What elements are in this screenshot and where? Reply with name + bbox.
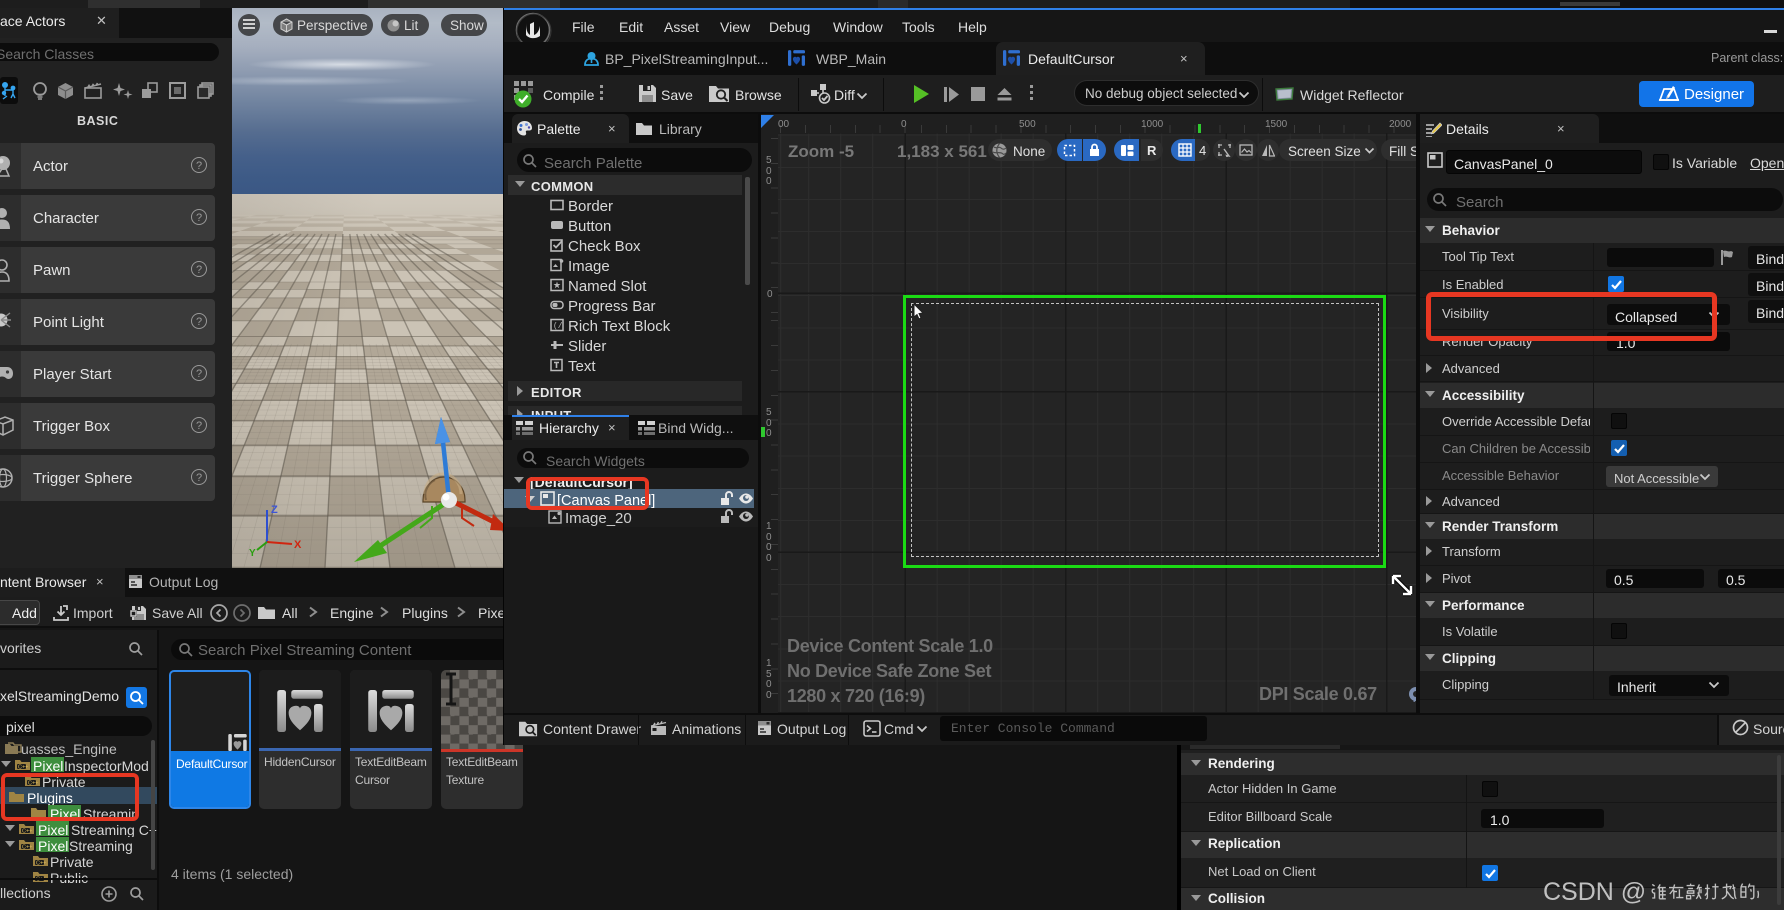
svg-text:C++: C++ <box>22 829 32 835</box>
svg-text:C++: C++ <box>18 765 28 771</box>
svg-text:X: X <box>294 539 302 551</box>
svg-text:C++: C++ <box>36 861 46 867</box>
svg-text:Y: Y <box>249 548 256 559</box>
svg-text:C++: C++ <box>22 845 32 851</box>
svg-text:Z: Z <box>271 504 278 516</box>
svg-text:(/): (/) <box>553 322 564 331</box>
